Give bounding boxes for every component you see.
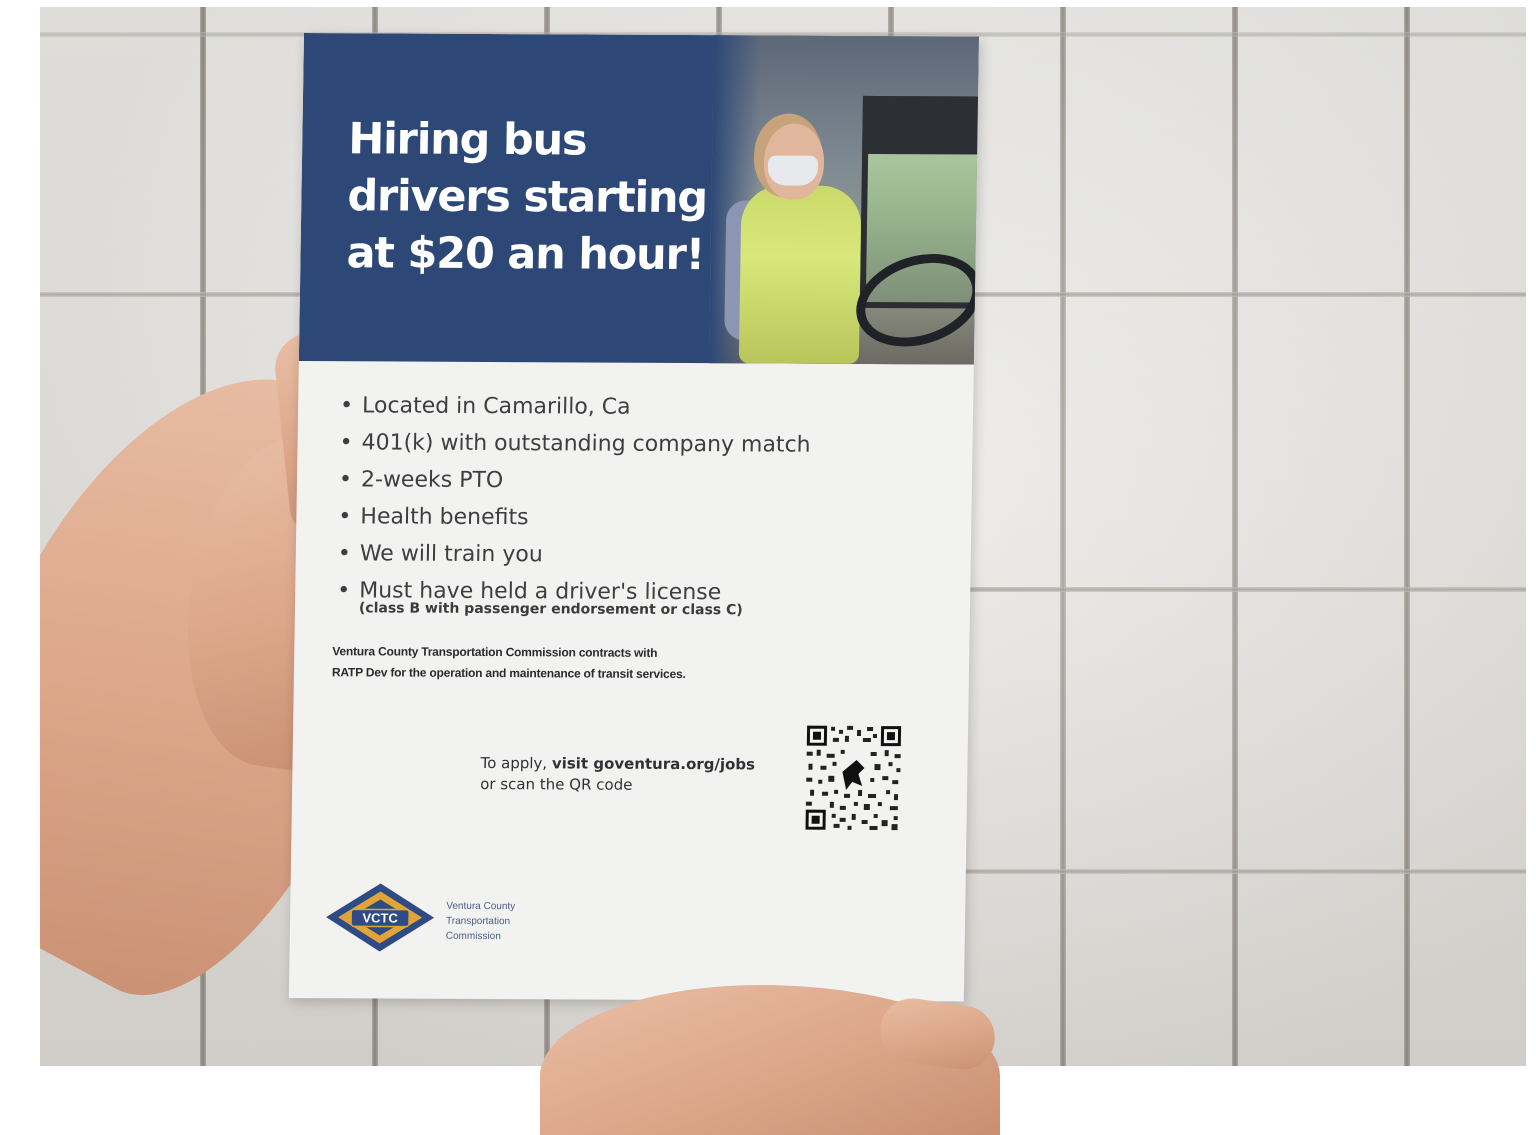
benefit-item: Must have held a driver's license (class… <box>337 572 809 619</box>
logo-name-line: Transportation <box>445 915 511 928</box>
apply-line-2: or scan the QR code <box>480 774 633 794</box>
benefit-item: 401(k) with outstanding company match <box>339 424 811 463</box>
flyer-banner: Hiring bus drivers starting at $20 an ho… <box>298 33 979 365</box>
apply-instructions: To apply, visit goventura.org/jobs or sc… <box>480 753 755 796</box>
hiring-flyer: Hiring bus drivers starting at $20 an ho… <box>288 33 979 1002</box>
driver-safety-vest <box>738 185 862 364</box>
headline-line: drivers starting <box>347 171 708 224</box>
headline-line: Hiring bus <box>347 114 587 166</box>
apply-line-1: To apply, visit goventura.org/jobs <box>480 753 755 775</box>
window-shade <box>862 95 979 155</box>
apply-url: visit goventura.org/jobs <box>551 754 756 774</box>
license-note: (class B with passenger endorsement or c… <box>358 600 743 619</box>
headline-line: at $20 an hour! <box>346 228 705 281</box>
logo-wordmark: Ventura County Transportation Commission <box>446 899 516 944</box>
benefit-text: Health benefits <box>360 504 529 531</box>
benefit-text: 401(k) with outstanding company match <box>361 430 811 458</box>
flyer-headline: Hiring bus drivers starting at $20 an ho… <box>346 111 709 284</box>
logo-name-line: Commission <box>445 930 501 943</box>
apply-prefix: To apply, <box>480 753 553 773</box>
benefits-list: Located in Camarillo, Ca 401(k) with out… <box>337 387 812 619</box>
benefit-text: Located in Camarillo, Ca <box>361 393 631 420</box>
benefit-item: Located in Camarillo, Ca <box>340 387 812 426</box>
contract-note-line: RATP Dev for the operation and maintenan… <box>331 665 686 682</box>
logo-name-line: Ventura County <box>446 900 516 913</box>
benefit-item: 2-weeks PTO <box>339 461 811 500</box>
qr-code-icon <box>803 723 904 833</box>
benefit-text: We will train you <box>359 541 543 568</box>
contract-note: Ventura County Transportation Commission… <box>332 641 803 685</box>
benefit-item: We will train you <box>338 535 810 574</box>
vctc-logo: VCTC <box>326 883 435 952</box>
face-mask <box>767 155 819 186</box>
benefit-item: Health benefits <box>338 498 810 537</box>
contract-note-line: Ventura County Transportation Commission… <box>332 644 658 660</box>
benefit-text: 2-weeks PTO <box>360 467 504 494</box>
logo-mark: VCTC <box>362 910 398 925</box>
